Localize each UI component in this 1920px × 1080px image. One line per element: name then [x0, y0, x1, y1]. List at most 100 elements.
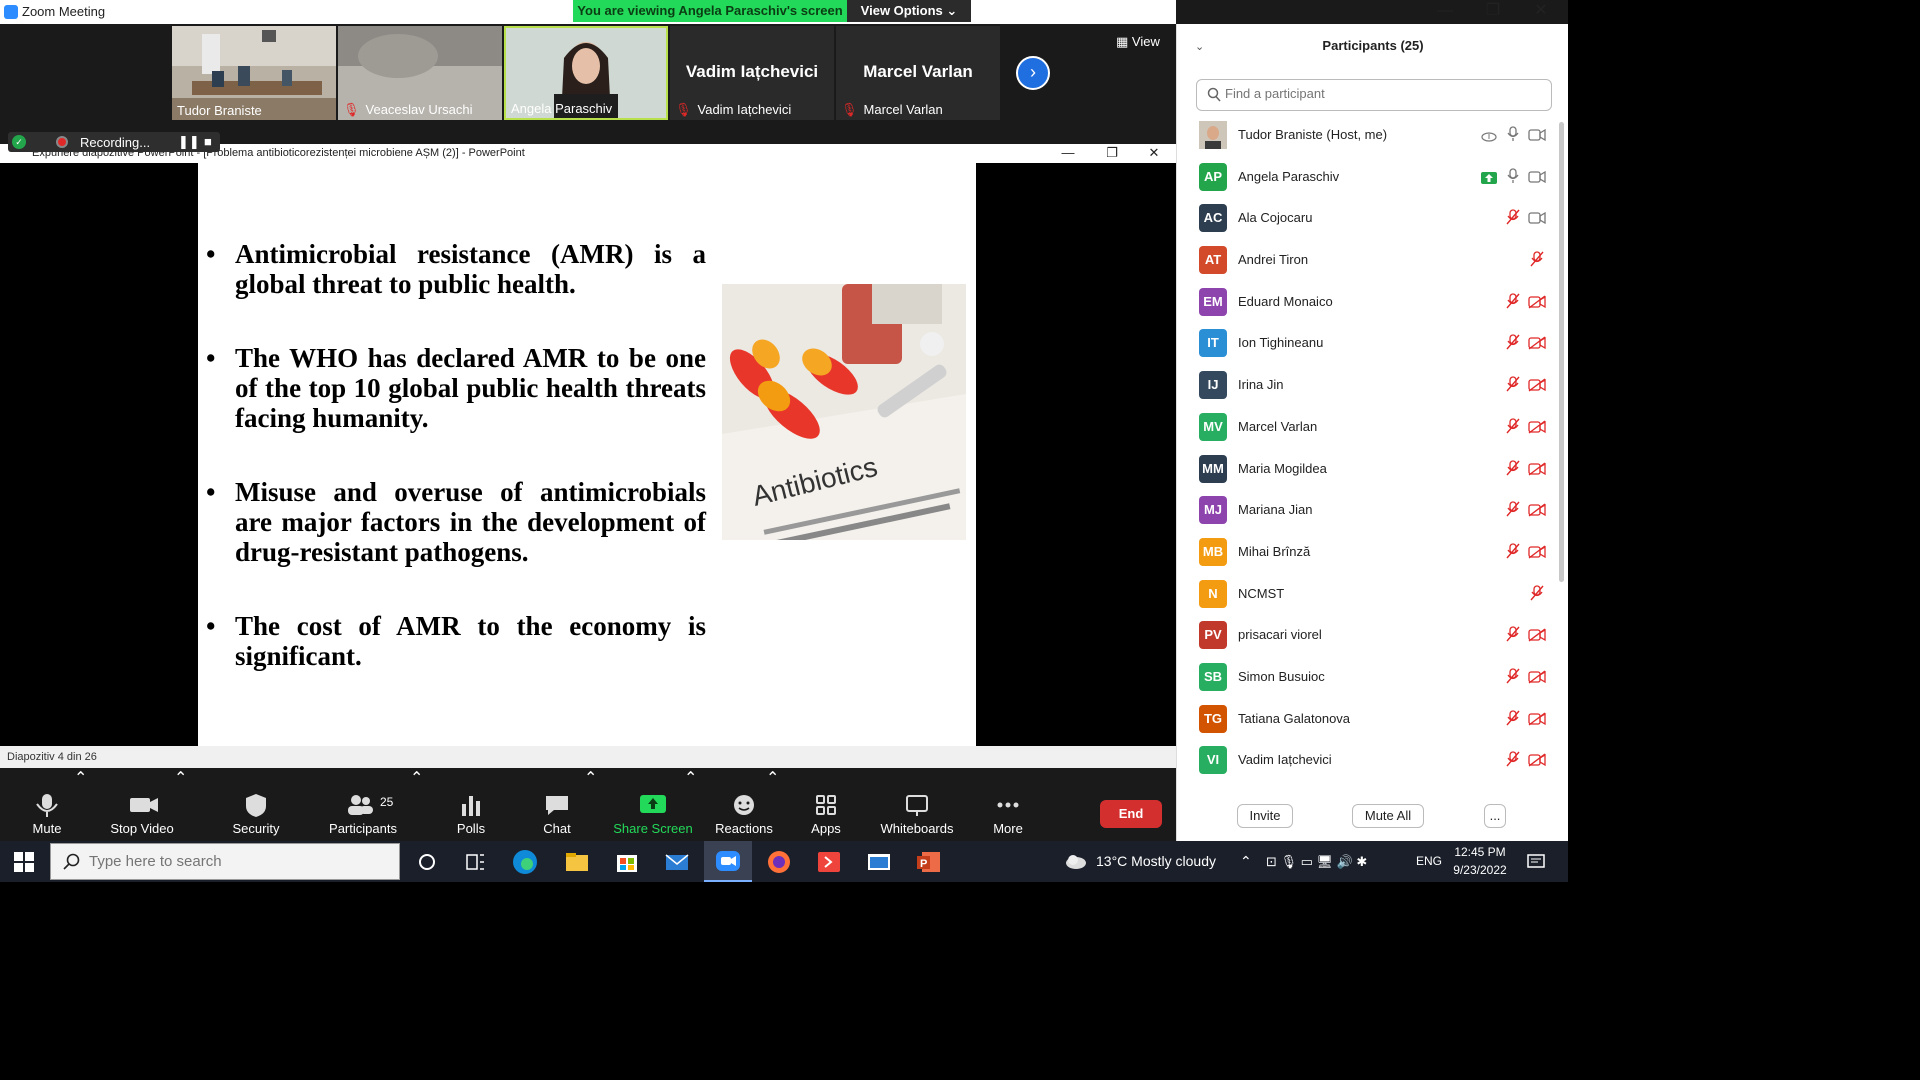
windows-start-icon[interactable]: [14, 852, 34, 872]
more-button[interactable]: More: [984, 768, 1032, 841]
muted-microphone-icon[interactable]: [1503, 501, 1523, 522]
participant-row[interactable]: MM Maria Mogildea: [1177, 448, 1569, 490]
muted-microphone-icon[interactable]: [1527, 584, 1547, 606]
muted-microphone-icon[interactable]: [1503, 418, 1523, 439]
chat-button[interactable]: Chat: [532, 768, 582, 841]
video-off-icon[interactable]: [1527, 712, 1547, 731]
reactions-options-caret[interactable]: ⌃: [766, 768, 779, 841]
mute-all-button[interactable]: Mute All: [1352, 804, 1424, 828]
ppt-minimize-button[interactable]: —: [1046, 144, 1090, 163]
audio-options-caret[interactable]: ⌃: [74, 768, 87, 841]
participant-row[interactable]: AT Andrei Tiron: [1177, 239, 1569, 281]
close-button[interactable]: ✕: [1518, 0, 1564, 24]
participant-row[interactable]: N NCMST: [1177, 573, 1569, 615]
mail-icon[interactable]: [662, 847, 692, 877]
pause-recording-icon[interactable]: ❚❚: [178, 134, 200, 150]
notifications-icon[interactable]: [1526, 852, 1546, 872]
participant-row[interactable]: IT Ion Tighineanu: [1177, 322, 1569, 364]
apps-button[interactable]: Apps: [804, 768, 848, 841]
weather-text[interactable]: 13°C Mostly cloudy: [1096, 841, 1216, 882]
task-view-icon[interactable]: [460, 847, 490, 877]
video-off-icon[interactable]: [1527, 461, 1547, 481]
polls-button[interactable]: Polls: [446, 768, 496, 841]
video-camera-icon[interactable]: [1527, 128, 1547, 147]
participant-row[interactable]: AC Ala Cojocaru: [1177, 197, 1569, 239]
cortana-icon[interactable]: [412, 847, 442, 877]
thumbnail-tudor-braniste[interactable]: Tudor Braniste: [172, 26, 336, 120]
video-off-icon[interactable]: [1527, 420, 1547, 439]
share-screen-button[interactable]: Share Screen: [612, 768, 694, 841]
muted-microphone-icon[interactable]: [1503, 459, 1523, 481]
panel-more-button[interactable]: ...: [1484, 804, 1506, 828]
participant-row[interactable]: PV prisacari viorel: [1177, 614, 1569, 656]
tray-icons[interactable]: ⊡ 🎙 ▭ 🖥 🔊 ✱: [1266, 841, 1367, 882]
taskbar-search-box[interactable]: [50, 843, 400, 880]
participant-row[interactable]: VI Vadim Iațchevici: [1177, 739, 1569, 781]
participant-search-input[interactable]: [1225, 86, 1525, 101]
zoom-taskbar-active[interactable]: [704, 841, 752, 882]
muted-microphone-icon[interactable]: [1503, 209, 1523, 230]
video-off-icon[interactable]: [1527, 753, 1547, 772]
maximize-button[interactable]: ❐: [1470, 0, 1516, 24]
video-options-caret[interactable]: ⌃: [174, 768, 187, 841]
thumbnail-veaceslav-ursachi[interactable]: 🎙 Veaceslav Ursachi: [338, 26, 502, 120]
participant-row[interactable]: AP Angela Paraschiv: [1177, 156, 1569, 198]
video-off-icon[interactable]: [1527, 503, 1547, 522]
muted-microphone-icon[interactable]: [1503, 626, 1523, 647]
video-off-icon[interactable]: [1527, 378, 1547, 397]
minimize-button[interactable]: —: [1422, 0, 1468, 24]
app-window-icon[interactable]: [864, 847, 894, 877]
mute-button[interactable]: Mute: [22, 768, 72, 841]
participant-row[interactable]: MB Mihai Brînză: [1177, 531, 1569, 573]
next-page-arrow-icon[interactable]: ›: [1016, 56, 1050, 90]
muted-microphone-icon[interactable]: [1503, 334, 1523, 355]
anydesk-icon[interactable]: [814, 847, 844, 877]
show-hidden-icons-chevron-icon[interactable]: ⌃: [1240, 841, 1252, 882]
participant-row[interactable]: EM Eduard Monaico: [1177, 281, 1569, 323]
muted-microphone-icon[interactable]: [1503, 293, 1523, 314]
stop-video-button[interactable]: Stop Video: [106, 768, 178, 841]
video-camera-icon[interactable]: [1527, 211, 1547, 230]
muted-microphone-icon[interactable]: [1503, 709, 1523, 731]
video-off-icon[interactable]: [1527, 295, 1547, 314]
participant-row[interactable]: SB Simon Busuioc: [1177, 656, 1569, 698]
microsoft-store-icon[interactable]: [612, 847, 642, 877]
muted-microphone-icon[interactable]: [1503, 543, 1523, 564]
language-indicator[interactable]: ENG: [1416, 841, 1442, 882]
thumbnail-angela-paraschiv[interactable]: Angela Paraschiv: [504, 26, 668, 120]
muted-microphone-icon[interactable]: [1503, 376, 1523, 397]
participant-row[interactable]: MV Marcel Varlan: [1177, 406, 1569, 448]
participant-row[interactable]: TG Tatiana Galatonova: [1177, 698, 1569, 740]
muted-microphone-icon[interactable]: [1503, 668, 1523, 689]
taskbar-search-input[interactable]: [89, 853, 389, 870]
participant-search-box[interactable]: [1196, 79, 1552, 111]
view-button[interactable]: ▦ View: [1116, 34, 1160, 50]
ppt-close-button[interactable]: ✕: [1132, 144, 1176, 163]
ppt-restore-button[interactable]: ❐: [1090, 144, 1134, 163]
video-off-icon[interactable]: [1527, 670, 1547, 689]
security-button[interactable]: Security: [226, 768, 286, 841]
firefox-icon[interactable]: [764, 847, 794, 877]
muted-microphone-icon[interactable]: [1503, 751, 1523, 772]
file-explorer-icon[interactable]: [562, 847, 592, 877]
thumbnail-vadim-iatchevici[interactable]: Vadim Iațchevici 🎙 Vadim Iațchevici: [670, 26, 834, 120]
end-meeting-button[interactable]: End: [1100, 800, 1162, 828]
video-off-icon[interactable]: [1527, 545, 1547, 564]
powerpoint-taskbar-icon[interactable]: P: [914, 847, 944, 877]
microphone-icon[interactable]: [1503, 168, 1523, 189]
edge-browser-icon[interactable]: [510, 847, 540, 877]
view-options-button[interactable]: View Options ⌄: [847, 0, 971, 22]
taskbar-clock[interactable]: 12:45 PM 9/23/2022: [1448, 843, 1512, 879]
invite-button[interactable]: Invite: [1237, 804, 1293, 828]
participant-row[interactable]: Tudor Braniste (Host, me): [1177, 114, 1569, 156]
whiteboards-button[interactable]: Whiteboards: [874, 768, 960, 841]
stop-recording-icon[interactable]: ■: [204, 134, 212, 149]
share-options-caret[interactable]: ⌃: [684, 768, 697, 841]
muted-microphone-icon[interactable]: [1527, 251, 1547, 272]
chat-options-caret[interactable]: ⌃: [584, 768, 597, 841]
microphone-icon[interactable]: [1503, 126, 1523, 147]
video-camera-icon[interactable]: [1527, 170, 1547, 189]
participants-button[interactable]: Participants 25: [326, 768, 400, 841]
video-off-icon[interactable]: [1527, 628, 1547, 647]
participant-row[interactable]: IJ Irina Jin: [1177, 364, 1569, 406]
